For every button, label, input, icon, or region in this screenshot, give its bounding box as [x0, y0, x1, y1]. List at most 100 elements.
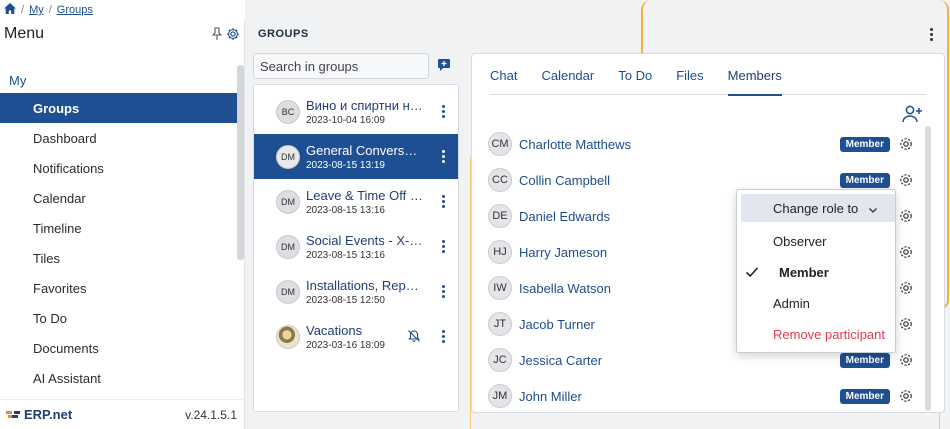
gear-icon[interactable]	[898, 388, 914, 404]
group-name: Installations, Repairs	[306, 277, 424, 293]
group-name: Вино и спиртни напитки	[306, 97, 424, 113]
tab-files[interactable]: Files	[676, 68, 703, 95]
role-badge: Member	[839, 136, 890, 152]
group-time: 2023-10-04 16:09	[306, 114, 385, 126]
member-name[interactable]: Charlotte Matthews	[519, 137, 840, 152]
breadcrumb: / My / Groups	[0, 0, 245, 20]
member-name[interactable]: John Miller	[519, 389, 840, 404]
role-option-observer[interactable]: Observer	[737, 226, 895, 257]
group-name: Social Events - X-Team	[306, 232, 424, 248]
sidebar-item-timeline[interactable]: Timeline	[0, 213, 238, 243]
tab-calendar[interactable]: Calendar	[541, 68, 594, 95]
breadcrumb-separator: /	[21, 4, 25, 16]
member-avatar: CC	[488, 168, 512, 192]
role-option-member[interactable]: Member	[737, 257, 895, 288]
change-role-label: Change role to	[773, 200, 859, 216]
group-avatar-photo	[276, 324, 300, 349]
group-time: 2023-08-15 12:50	[306, 294, 385, 306]
check-icon	[745, 265, 759, 279]
sidebar-item-groups[interactable]: Groups	[0, 93, 238, 123]
member-row: CM Charlotte Matthews Member	[488, 126, 918, 162]
members-scrollbar[interactable]	[925, 126, 931, 411]
sidebar-item-notifications[interactable]: Notifications	[0, 153, 238, 183]
gear-icon[interactable]	[898, 136, 914, 152]
sidebar-item-documents[interactable]: Documents	[0, 333, 238, 363]
group-avatar: DM	[276, 279, 300, 304]
sidebar-scrollbar[interactable]	[237, 65, 244, 260]
sidebar-item-calendar[interactable]: Calendar	[0, 183, 238, 213]
role-badge: Member	[839, 388, 890, 404]
menu-section-my[interactable]: My	[0, 67, 244, 93]
role-option-admin[interactable]: Admin	[737, 288, 895, 319]
group-menu-icon[interactable]	[436, 192, 450, 212]
gear-icon[interactable]	[898, 316, 914, 332]
member-avatar: IW	[488, 276, 512, 300]
tab-todo[interactable]: To Do	[618, 68, 652, 95]
group-item-active[interactable]: DM General Conversation 2023-08-15 13:19	[254, 134, 458, 179]
group-menu-icon[interactable]	[436, 327, 450, 347]
sidebar-item-dashboard[interactable]: Dashboard	[0, 123, 238, 153]
gear-icon[interactable]	[898, 172, 914, 188]
breadcrumb-separator: /	[48, 4, 52, 16]
member-avatar: JT	[488, 312, 512, 336]
group-menu-icon[interactable]	[436, 237, 450, 257]
tab-bar: Chat Calendar To Do Files Members	[490, 68, 926, 96]
muted-bell-icon	[407, 329, 421, 343]
member-avatar: HJ	[488, 240, 512, 264]
group-item[interactable]: DM Installations, Repairs 2023-08-15 12:…	[254, 269, 458, 314]
gear-icon[interactable]	[898, 244, 914, 260]
group-item[interactable]: DM Social Events - X-Team 2023-08-15 13:…	[254, 224, 458, 269]
pin-icon[interactable]	[210, 26, 224, 42]
groups-title: GROUPS	[258, 28, 309, 40]
role-badge: Member	[839, 172, 890, 188]
group-item[interactable]: Vacations 2023-03-16 18:09	[254, 314, 458, 359]
group-avatar: BC	[276, 99, 300, 124]
logo-mark-icon	[6, 409, 22, 421]
group-name: Leave & Time Off - Requests	[306, 187, 424, 203]
group-time: 2023-08-15 13:16	[306, 204, 385, 216]
search-input[interactable]	[253, 53, 429, 79]
add-user-icon[interactable]	[901, 104, 923, 124]
member-name[interactable]: Collin Campbell	[519, 173, 840, 188]
group-menu-icon[interactable]	[436, 102, 450, 122]
sidebar-item-ai-assistant[interactable]: AI Assistant	[0, 363, 238, 393]
group-name: General Conversation	[306, 142, 424, 158]
sidebar-item-tiles[interactable]: Tiles	[0, 243, 238, 273]
group-menu-icon[interactable]	[436, 147, 450, 167]
group-time: 2023-08-15 13:16	[306, 249, 385, 261]
sidebar: Menu My Groups Dashboard Notifications C…	[0, 20, 245, 429]
more-options-icon[interactable]	[926, 26, 936, 42]
group-menu-icon[interactable]	[436, 282, 450, 302]
home-icon[interactable]	[4, 3, 16, 17]
member-avatar: JM	[488, 384, 512, 408]
menu-header: Menu	[0, 20, 244, 48]
change-role-menu: Change role to Observer Member Admin Rem…	[736, 189, 896, 353]
new-message-icon[interactable]	[437, 58, 451, 72]
group-item[interactable]: DM Leave & Time Off - Requests 2023-08-1…	[254, 179, 458, 224]
breadcrumb-groups[interactable]: Groups	[57, 4, 93, 16]
member-avatar: JC	[488, 348, 512, 372]
sidebar-item-favorites[interactable]: Favorites	[0, 273, 238, 303]
remove-participant-button[interactable]: Remove participant	[737, 319, 895, 350]
tab-members[interactable]: Members	[727, 68, 782, 96]
group-avatar: DM	[276, 189, 300, 214]
gear-icon[interactable]	[898, 352, 914, 368]
gear-icon[interactable]	[898, 208, 914, 224]
group-list: BC Вино и спиртни напитки 2023-10-04 16:…	[253, 84, 459, 412]
change-role-header[interactable]: Change role to	[737, 190, 895, 226]
sidebar-footer: ERP.net v.24.1.5.1	[0, 399, 245, 429]
logo: ERP.net	[6, 407, 72, 422]
role-option-label: Member	[779, 265, 829, 280]
group-avatar: DM	[276, 234, 300, 259]
gear-icon[interactable]	[898, 280, 914, 296]
breadcrumb-my[interactable]: My	[29, 4, 44, 16]
gear-icon[interactable]	[226, 26, 240, 42]
menu-list: Groups Dashboard Notifications Calendar …	[0, 93, 238, 393]
member-name[interactable]: Jessica Carter	[519, 353, 840, 368]
group-item[interactable]: BC Вино и спиртни напитки 2023-10-04 16:…	[254, 89, 458, 134]
role-badge: Member	[839, 352, 890, 368]
chevron-down-icon	[868, 203, 878, 213]
member-avatar: CM	[488, 132, 512, 156]
tab-chat[interactable]: Chat	[490, 68, 517, 95]
sidebar-item-todo[interactable]: To Do	[0, 303, 238, 333]
